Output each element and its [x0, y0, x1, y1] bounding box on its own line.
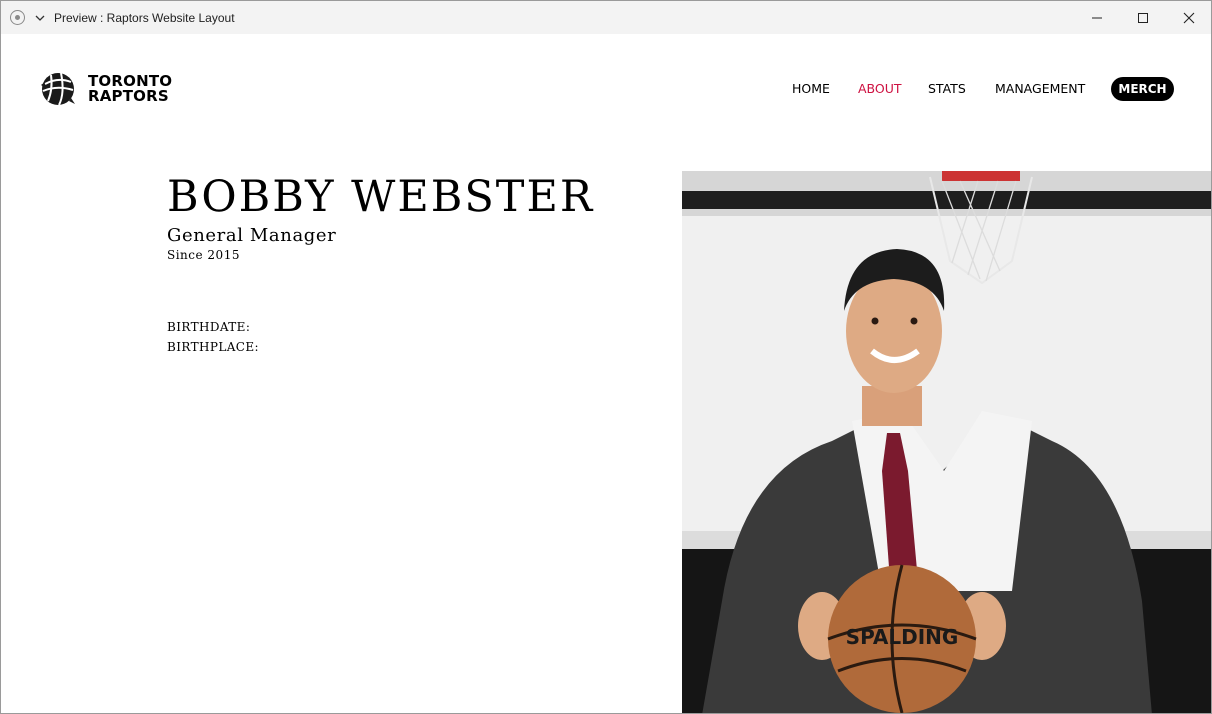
- app-window: Preview : Raptors Website Layout TORONTO…: [0, 0, 1212, 714]
- maximize-icon: [1138, 12, 1148, 23]
- minimize-button[interactable]: [1074, 1, 1120, 34]
- birthplace-label: BIRTHPLACE:: [167, 340, 259, 354]
- raptors-basketball-logo-icon[interactable]: [39, 71, 77, 107]
- merch-button[interactable]: MERCH: [1111, 77, 1174, 101]
- minimize-icon: [1092, 17, 1102, 18]
- close-icon: [1183, 12, 1195, 23]
- record-icon: [10, 10, 25, 25]
- nav-home[interactable]: HOME: [792, 81, 830, 96]
- logo-line-2: RAPTORS: [88, 87, 169, 105]
- nav-management[interactable]: MANAGEMENT: [995, 81, 1085, 96]
- profile-name: BOBBY WEBSTER: [167, 172, 595, 222]
- profile-since: Since 2015: [167, 248, 240, 262]
- nav-stats[interactable]: STATS: [928, 81, 966, 96]
- nav-about[interactable]: ABOUT: [858, 81, 902, 96]
- profile-role: General Manager: [167, 225, 337, 246]
- close-button[interactable]: [1166, 1, 1211, 34]
- site-logo-text[interactable]: TORONTO RAPTORS: [88, 74, 172, 104]
- maximize-button[interactable]: [1120, 1, 1166, 34]
- title-bar: Preview : Raptors Website Layout: [1, 1, 1211, 34]
- profile-photo: SPALDING: [682, 171, 1211, 713]
- chevron-down-icon[interactable]: [34, 11, 46, 23]
- window-title: Preview : Raptors Website Layout: [54, 11, 235, 25]
- ball-brand-text: SPALDING: [846, 625, 959, 649]
- birthdate-label: BIRTHDATE:: [167, 320, 251, 334]
